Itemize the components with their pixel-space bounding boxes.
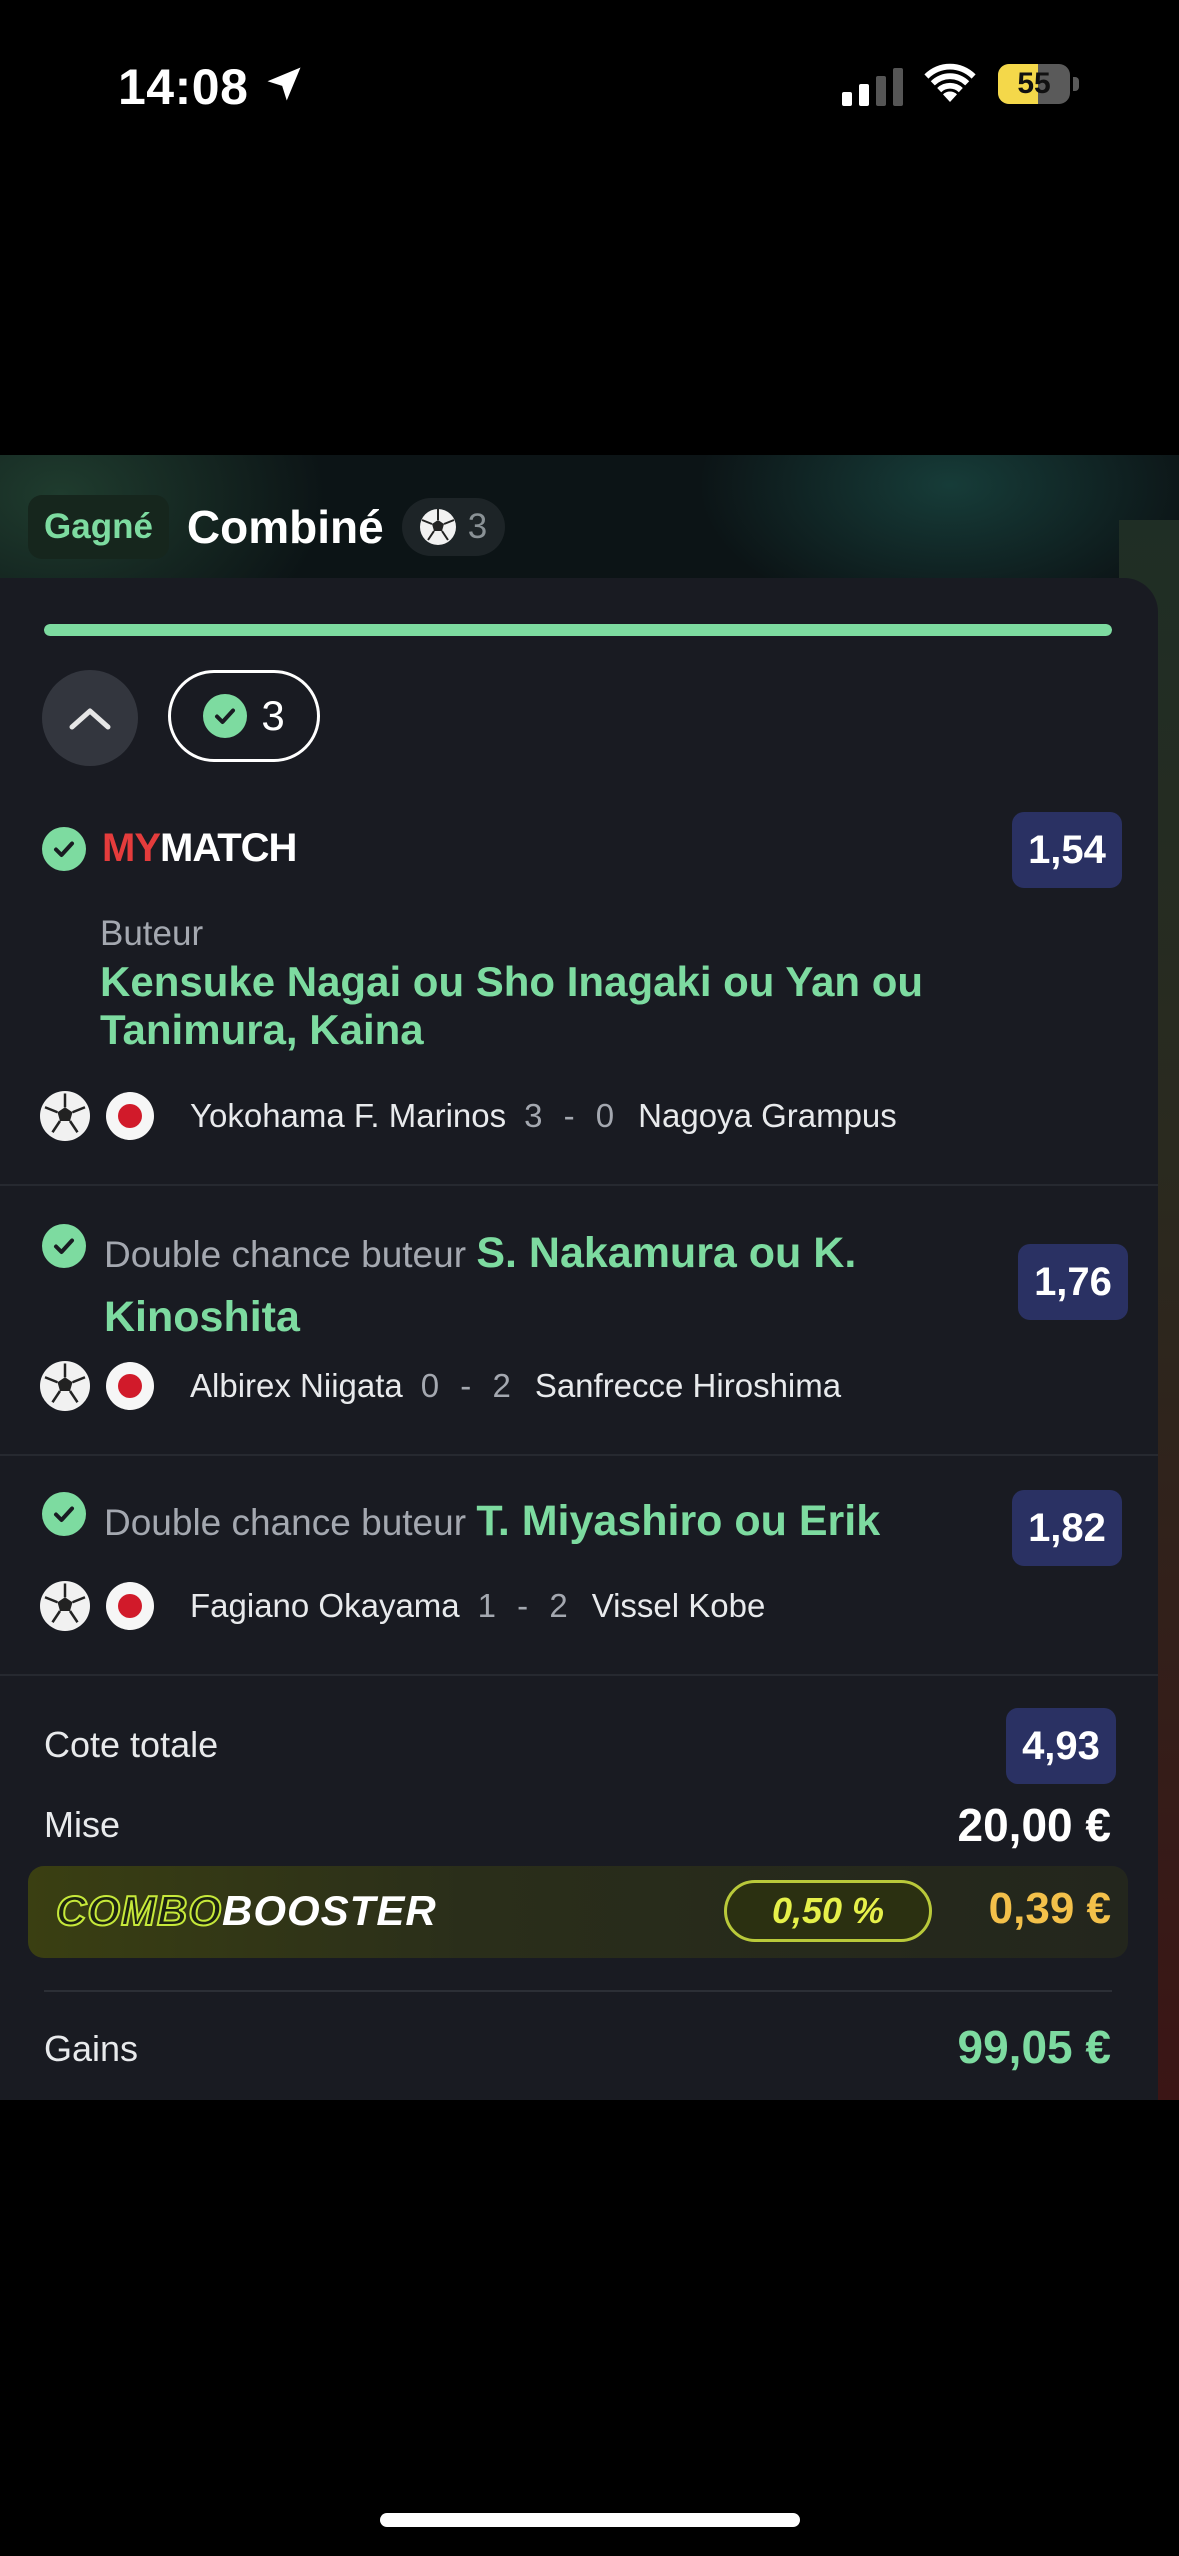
market-label: Double chance buteur (104, 1234, 467, 1275)
check-circle-icon (42, 826, 86, 871)
match-row[interactable]: Albirex Niigata 0 - 2 Sanfrecce Hiroshim… (40, 1360, 841, 1412)
away-team: Nagoya Grampus (638, 1097, 897, 1134)
collapse-button[interactable] (42, 670, 138, 766)
won-selections-filter[interactable]: 3 (168, 670, 320, 762)
selection-name: Kensuke Nagai ou Sho Inagaki ou Yan ou T… (100, 958, 924, 1053)
odds-badge: 1,76 (1018, 1244, 1128, 1320)
stake-label: Mise (44, 1804, 121, 1845)
soccer-ball-icon (40, 1091, 90, 1141)
battery-icon: 55 (998, 64, 1079, 104)
wifi-icon (924, 63, 976, 102)
soccer-ball-icon (40, 1361, 90, 1411)
home-team: Fagiano Okayama (190, 1587, 460, 1624)
winnings-label: Gains (44, 2028, 139, 2069)
bet-type-title: Combiné (186, 501, 384, 553)
match-score: 1 - 2 (477, 1587, 574, 1624)
sport-count-badge: 3 (401, 498, 506, 556)
home-team: Albirex Niigata (190, 1367, 403, 1404)
match-row[interactable]: Fagiano Okayama 1 - 2 Vissel Kobe (40, 1580, 765, 1632)
total-odds-badge: 4,93 (1006, 1708, 1116, 1784)
stake-value: 20,00 € (957, 1799, 1111, 1851)
check-circle-icon (203, 694, 248, 738)
divider (0, 1184, 1158, 1186)
mymatch-header: MYMATCH (42, 826, 297, 871)
home-indicator[interactable] (380, 2513, 800, 2527)
bet-selection: Double chance buteur S. Nakamura ou K. K… (42, 1222, 984, 1350)
japan-flag-icon (106, 1582, 154, 1630)
odds-badge: 1,82 (1012, 1490, 1122, 1566)
divider (0, 1674, 1158, 1676)
bet-progress-bar (44, 624, 1112, 636)
divider (0, 1454, 1158, 1456)
booster-value: 0,39 € (988, 1884, 1111, 1933)
mymatch-logo: MYMATCH (102, 826, 297, 870)
check-circle-icon (42, 1492, 86, 1536)
japan-flag-icon (106, 1092, 154, 1140)
match-score: 0 - 2 (420, 1367, 517, 1404)
divider (44, 1990, 1112, 1992)
combo-booster-logo: COMBOBOOSTER (55, 1886, 437, 1935)
won-count: 3 (261, 692, 285, 739)
away-team: Vissel Kobe (591, 1587, 766, 1624)
selection-name: T. Miyashiro ou Erik (476, 1497, 881, 1545)
check-circle-icon (42, 1224, 86, 1268)
odds-badge: 1,54 (1012, 812, 1122, 888)
cellular-signal-icon (842, 66, 903, 106)
market-label: Double chance buteur (104, 1502, 467, 1543)
bet-header: Gagné Combiné 3 (28, 495, 506, 559)
battery-percent: 55 (1017, 67, 1051, 100)
soccer-ball-icon (40, 1581, 90, 1631)
booster-percent-badge: 0,50 % (724, 1880, 932, 1942)
home-team: Yokohama F. Marinos (190, 1097, 507, 1134)
away-team: Sanfrecce Hiroshima (534, 1367, 842, 1404)
match-score: 3 - 0 (524, 1097, 621, 1134)
match-row[interactable]: Yokohama F. Marinos 3 - 0 Nagoya Grampus (40, 1090, 897, 1142)
status-badge: Gagné (28, 495, 169, 559)
location-arrow-icon (267, 67, 301, 101)
total-odds-label: Cote totale (44, 1724, 219, 1765)
chevron-up-icon (69, 708, 111, 730)
bet-selection: Double chance buteur T. Miyashiro ou Eri… (42, 1490, 984, 1554)
selection-count: 3 (467, 507, 488, 546)
market-label: Buteur (100, 914, 204, 953)
winnings-value: 99,05 € (957, 2021, 1111, 2073)
soccer-ball-icon (419, 509, 456, 545)
status-time: 14:08 (118, 59, 249, 115)
japan-flag-icon (106, 1362, 154, 1410)
status-bar: 14:08 55 (0, 0, 1179, 170)
